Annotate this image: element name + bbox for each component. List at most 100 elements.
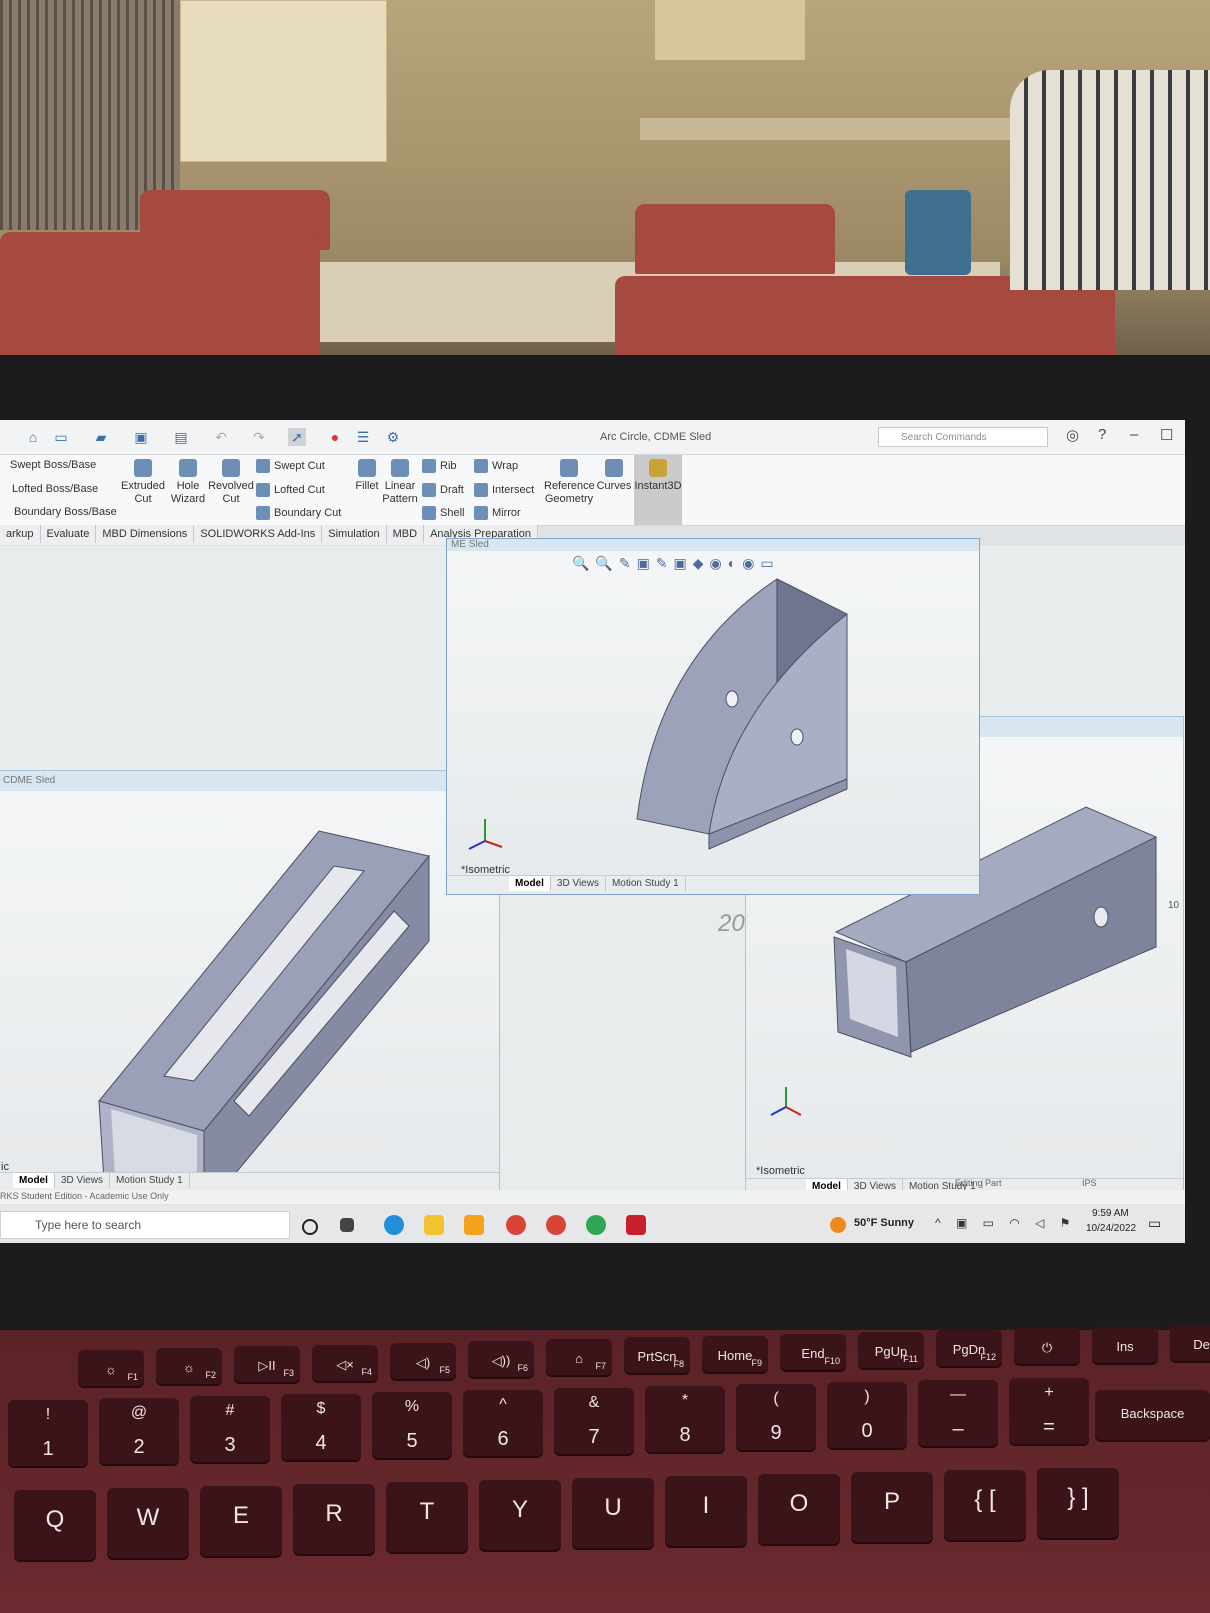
curves-button[interactable]: Curves <box>596 459 632 493</box>
clock-date[interactable]: 10/24/2022 <box>1086 1223 1136 1234</box>
key-number-9[interactable]: (9 <box>736 1384 816 1450</box>
key-letter-12[interactable]: } ] <box>1037 1468 1119 1538</box>
lofted-cut-button[interactable]: Lofted Cut <box>256 483 325 497</box>
key-function-15[interactable]: Del <box>1170 1324 1210 1361</box>
key-letter-3[interactable]: E <box>200 1486 282 1556</box>
key-function-8[interactable]: PrtScn F8 <box>624 1337 690 1374</box>
units-label[interactable]: IPS <box>1082 1178 1097 1188</box>
help-icon[interactable]: ? <box>1098 426 1106 443</box>
key-number-11[interactable]: — – <box>918 1380 998 1446</box>
viewport-top[interactable]: ME Sled 🔍🔍✎▣✎▣◆◉◐◉▭ *Isometric Model 3D V… <box>446 538 980 895</box>
tab-solidworks-addins[interactable]: SOLIDWORKS Add-Ins <box>194 525 323 543</box>
home-icon[interactable]: ⌂ <box>24 428 42 446</box>
key-number-8[interactable]: * 8 <box>645 1386 725 1452</box>
save-icon[interactable]: ▣ <box>132 428 150 446</box>
tab-model[interactable]: Model <box>509 876 551 891</box>
lofted-boss-button[interactable]: Lofted Boss/Base <box>12 483 98 495</box>
solidworks-icon[interactable] <box>626 1215 646 1235</box>
tab-3d-views[interactable]: 3D Views <box>551 876 606 891</box>
tab-model[interactable]: Model <box>13 1173 55 1188</box>
file-explorer-icon[interactable] <box>424 1215 444 1235</box>
key-letter-10[interactable]: P <box>851 1472 933 1542</box>
open-folder-icon[interactable]: ▰ <box>92 428 110 446</box>
chrome-icon[interactable] <box>506 1215 526 1235</box>
key-number-12[interactable]: + = <box>1009 1378 1089 1444</box>
key-number-4[interactable]: $4 <box>281 1394 361 1460</box>
boundary-cut-button[interactable]: Boundary Cut <box>256 506 341 520</box>
file-properties-icon[interactable]: ☰ <box>354 428 372 446</box>
notifications-icon[interactable]: ▭ <box>1148 1215 1161 1232</box>
taskbar-search-input[interactable]: Type here to search <box>0 1211 290 1239</box>
key-number-1[interactable]: ! 1 <box>8 1400 88 1466</box>
key-function-14[interactable]: Ins <box>1092 1326 1158 1363</box>
tab-mbd-dimensions[interactable]: MBD Dimensions <box>96 525 195 543</box>
key-number-3[interactable]: #3 <box>190 1396 270 1462</box>
shell-button[interactable]: Shell <box>422 506 464 520</box>
key-letter-1[interactable]: Q <box>14 1490 96 1560</box>
reference-geometry-button[interactable]: Reference Geometry <box>544 459 595 506</box>
key-function-12[interactable]: PgDn F12 <box>936 1330 1002 1367</box>
key-letter-6[interactable]: Y <box>479 1480 561 1550</box>
key-number-6[interactable]: ^ 6 <box>463 1390 543 1456</box>
key-function-11[interactable]: PgUp F11 <box>858 1332 924 1368</box>
key-function-7[interactable]: ⌂ F7 <box>546 1339 612 1376</box>
redo-icon[interactable]: ↷ <box>250 428 268 446</box>
system-tray-icons[interactable]: ^ ▣ ▭ ◠ ◁ ⚑ <box>935 1216 1076 1230</box>
undo-icon[interactable]: ↶ <box>212 428 230 446</box>
key-function-5[interactable]: ◁) F5 <box>390 1342 456 1379</box>
fillet-button[interactable]: Fillet <box>352 459 382 493</box>
clock-time[interactable]: 9:59 AM <box>1092 1208 1129 1219</box>
key-letter-5[interactable]: T <box>386 1482 468 1552</box>
draft-button[interactable]: Draft <box>422 483 464 497</box>
print-icon[interactable]: ▤ <box>172 428 190 446</box>
user-icon[interactable]: ◎ <box>1066 426 1079 444</box>
tab-evaluate[interactable]: Evaluate <box>41 525 97 543</box>
key-backspace[interactable]: Backspace <box>1095 1390 1210 1440</box>
key-function-2[interactable]: ☼ F2 <box>156 1348 222 1385</box>
key-function-9[interactable]: Home F9 <box>702 1335 768 1372</box>
swept-cut-button[interactable]: Swept Cut <box>256 459 325 473</box>
linear-pattern-button[interactable]: Linear Pattern <box>382 459 418 506</box>
tab-motion-study[interactable]: Motion Study 1 <box>110 1173 190 1188</box>
search-commands-input[interactable]: Search Commands <box>878 427 1048 447</box>
chrome-icon[interactable] <box>586 1215 606 1235</box>
key-number-2[interactable]: @2 <box>99 1398 179 1464</box>
tab-mbd[interactable]: MBD <box>387 525 425 543</box>
mirror-button[interactable]: Mirror <box>474 506 521 520</box>
key-function-4[interactable]: ◁× F4 <box>312 1344 378 1381</box>
key-letter-11[interactable]: { [ <box>944 1470 1026 1540</box>
hole-wizard-button[interactable]: Hole Wizard <box>168 459 208 506</box>
tab-markup[interactable]: arkup <box>0 525 41 543</box>
key-number-10[interactable]: ) 0 <box>827 1382 907 1448</box>
key-function-10[interactable]: End F10 <box>780 1333 846 1370</box>
wrap-button[interactable]: Wrap <box>474 459 518 473</box>
store-icon[interactable] <box>464 1215 484 1235</box>
cortana-icon[interactable] <box>302 1219 318 1235</box>
swept-boss-button[interactable]: Swept Boss/Base <box>10 459 96 471</box>
new-document-icon[interactable]: ▭ <box>52 428 70 446</box>
intersect-button[interactable]: Intersect <box>474 483 534 497</box>
key-number-7[interactable]: & 7 <box>554 1388 634 1454</box>
select-arrow-icon[interactable]: ➚ <box>288 428 306 446</box>
boundary-boss-button[interactable]: Boundary Boss/Base <box>14 506 117 518</box>
maximize-icon[interactable]: ☐ <box>1160 426 1173 444</box>
revolved-cut-button[interactable]: Revolved Cut <box>208 459 254 506</box>
key-letter-8[interactable]: I <box>665 1476 747 1546</box>
extruded-cut-button[interactable]: Extruded Cut <box>120 459 166 506</box>
options-gear-icon[interactable]: ⚙ <box>384 428 402 446</box>
key-number-5[interactable]: % 5 <box>372 1392 452 1458</box>
key-letter-7[interactable]: U <box>572 1478 654 1548</box>
rib-button[interactable]: Rib <box>422 459 457 473</box>
chrome-icon[interactable] <box>546 1215 566 1235</box>
weather-label[interactable]: 50°F Sunny <box>854 1217 914 1229</box>
minimize-icon[interactable]: – <box>1130 426 1138 443</box>
instant3d-button[interactable]: Instant3D <box>634 455 682 525</box>
key-function-1[interactable]: ☼ F1 <box>78 1350 144 1386</box>
task-view-icon[interactable] <box>340 1218 354 1232</box>
key-function-3[interactable]: ▷II F3 <box>234 1346 300 1383</box>
key-letter-2[interactable]: W <box>107 1488 189 1558</box>
rebuild-icon[interactable]: ● <box>326 428 344 446</box>
tab-motion-study[interactable]: Motion Study 1 <box>606 876 686 891</box>
tab-3d-views[interactable]: 3D Views <box>55 1173 110 1188</box>
key-letter-9[interactable]: O <box>758 1474 840 1544</box>
